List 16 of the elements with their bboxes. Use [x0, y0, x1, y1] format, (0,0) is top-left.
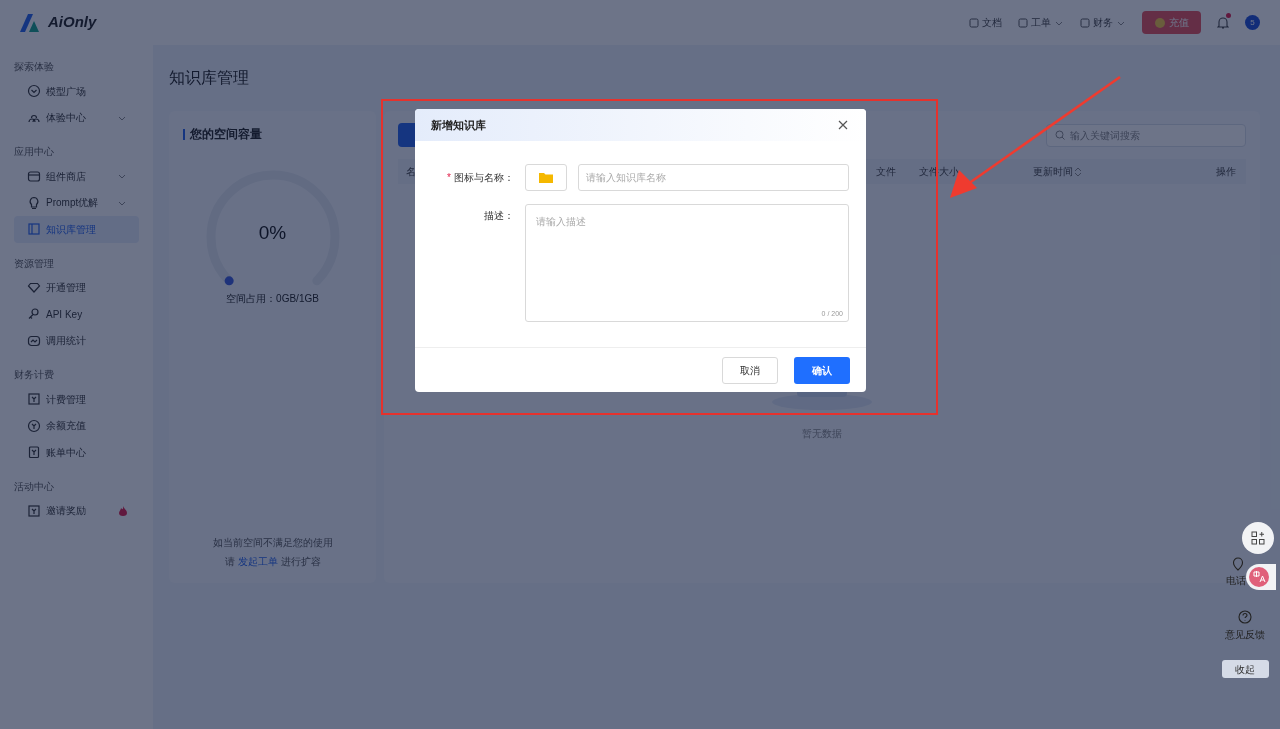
logo-text: AiOnly — [48, 12, 97, 33]
usage-value: 0GB/1GB — [276, 292, 319, 306]
page-title: 知识库管理 — [169, 68, 250, 88]
dialog-title: 新增知识库 — [431, 117, 486, 133]
required-mark: * — [447, 171, 451, 185]
section-title: 探索体验 — [14, 60, 55, 74]
field-label: 图标与名称： — [454, 171, 514, 185]
card-title: 您的空间容量 — [190, 126, 262, 143]
field-label: 描述： — [484, 209, 514, 223]
note-text: 请 — [224, 555, 235, 569]
placeholder-text: 请输入描述 — [536, 215, 586, 229]
section-title: 活动中心 — [14, 479, 55, 494]
section-title: 财务计费 — [14, 368, 55, 382]
note-text: 进行扩容 — [280, 555, 321, 569]
percent-value: 0% — [257, 221, 288, 245]
usage-label: 空间占用： — [226, 292, 277, 306]
